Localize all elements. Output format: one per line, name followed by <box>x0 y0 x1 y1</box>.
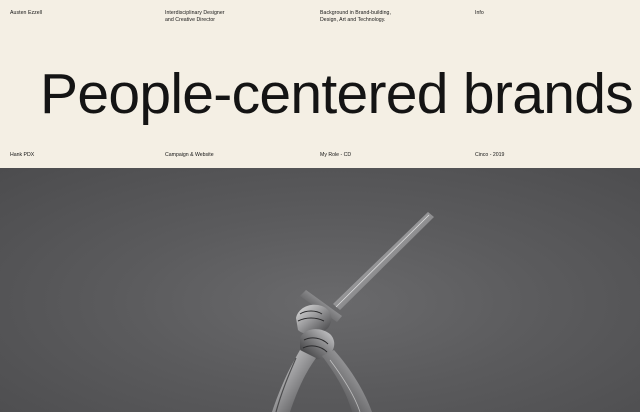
project-role: My Role - CD <box>320 152 352 158</box>
background-line-2: Design, Art and Technology. <box>320 16 386 23</box>
project-agency-year: Cinco - 2019 <box>475 152 505 158</box>
info-link[interactable]: Info <box>475 10 484 17</box>
site-name-link[interactable]: Austen Ezzell <box>10 10 42 17</box>
info-link-label: Info <box>475 10 484 16</box>
role-description: Interdisciplinary Designer and Creative … <box>165 10 225 23</box>
project-client-link[interactable]: Hank PDX <box>10 152 34 159</box>
sculpture-hands-sword-image <box>272 212 434 412</box>
portfolio-page: Austen Ezzell Interdisciplinary Designer… <box>0 0 640 412</box>
role-line-2: and Creative Director <box>165 16 216 23</box>
project-meta: Hank PDX Campaign & Website My Role - CD… <box>0 150 640 164</box>
background-description: Background in Brand-building, Design, Ar… <box>320 10 391 23</box>
hero-headline: People-centered brands <box>40 62 634 126</box>
role-line-1: Interdisciplinary Designer <box>165 10 225 16</box>
top-nav: Austen Ezzell Interdisciplinary Designer… <box>0 0 640 30</box>
background-line-1: Background in Brand-building, <box>320 10 391 16</box>
project-type: Campaign & Website <box>165 152 214 158</box>
site-name: Austen Ezzell <box>10 10 43 16</box>
hero-image[interactable] <box>0 168 640 412</box>
